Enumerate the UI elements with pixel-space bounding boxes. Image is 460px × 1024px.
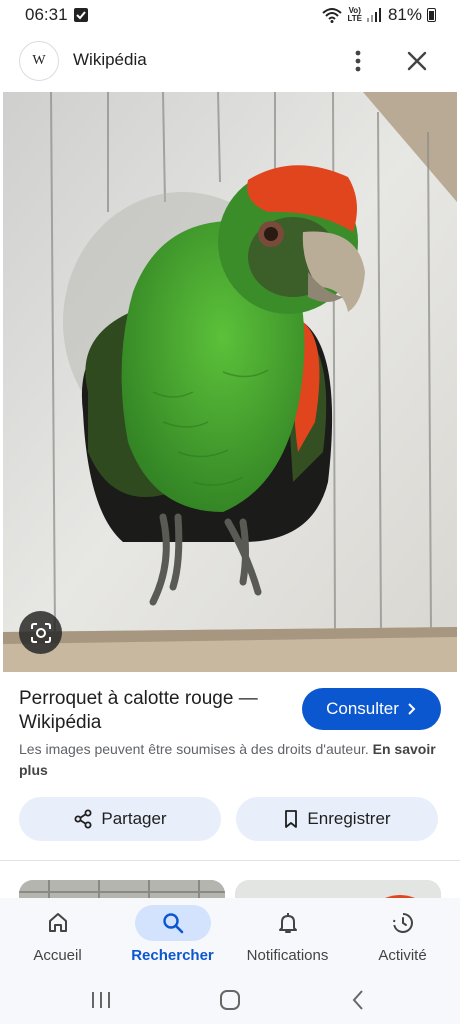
wifi-icon <box>322 8 343 23</box>
search-icon <box>162 913 183 934</box>
nav-label: Rechercher <box>131 947 214 964</box>
section-divider <box>0 860 460 861</box>
nav-item-notifications[interactable]: Notifications <box>230 898 345 978</box>
bottom-navigation: Accueil Rechercher Notifications Activit… <box>0 898 460 978</box>
parrot-photo <box>3 92 457 672</box>
lens-icon <box>31 623 51 643</box>
nav-label: Notifications <box>246 947 329 964</box>
volte-label: Vo) LTE <box>347 6 362 23</box>
save-label: Enregistrer <box>307 809 391 828</box>
share-label: Partager <box>101 809 167 828</box>
status-bar: 06:31 Vo) LTE 81% <box>0 0 460 30</box>
status-indicators: Vo) LTE 81% <box>322 5 436 25</box>
checkbox-notification-icon <box>74 8 88 22</box>
bell-icon <box>278 913 297 933</box>
close-button[interactable] <box>404 48 430 74</box>
visit-button-label: Consulter <box>326 699 399 718</box>
nav-label: Accueil <box>33 947 82 964</box>
nav-item-search[interactable]: Rechercher <box>115 898 230 978</box>
recent-apps-icon[interactable] <box>90 990 112 1010</box>
share-button[interactable]: Partager <box>19 797 221 841</box>
wikipedia-logo-icon[interactable]: W <box>19 41 59 81</box>
nav-item-home[interactable]: Accueil <box>0 898 115 978</box>
share-icon <box>74 809 92 829</box>
result-image[interactable] <box>3 92 457 672</box>
nav-item-activity[interactable]: Activité <box>345 898 460 978</box>
site-title[interactable]: Wikipédia <box>73 50 147 70</box>
chevron-right-icon <box>408 703 416 715</box>
nav-icon-container <box>250 905 326 941</box>
google-lens-button[interactable] <box>19 611 62 654</box>
nav-icon-container <box>134 905 211 941</box>
more-vert-icon <box>355 50 361 72</box>
system-navigation-bar <box>0 978 460 1024</box>
battery-icon <box>427 8 436 22</box>
nav-icon-container <box>365 905 441 941</box>
home-button-icon[interactable] <box>219 989 241 1011</box>
nav-icon-container <box>20 905 96 941</box>
back-icon[interactable] <box>350 989 366 1011</box>
more-options-button[interactable] <box>346 48 370 74</box>
source-header: W Wikipédia <box>0 38 460 84</box>
visit-button[interactable]: Consulter <box>302 688 441 730</box>
copyright-notice: Les images peuvent être soumises à des d… <box>19 739 444 781</box>
close-icon <box>407 51 427 71</box>
signal-icon <box>366 8 381 22</box>
nav-label: Activité <box>378 947 427 964</box>
home-icon <box>48 913 67 932</box>
battery-percent: 81% <box>387 5 422 24</box>
status-time: 06:31 <box>25 5 68 24</box>
save-button[interactable]: Enregistrer <box>236 797 438 841</box>
result-title[interactable]: Perroquet à calotte rouge — Wikipédia <box>19 687 289 735</box>
copyright-text: Les images peuvent être soumises à des d… <box>19 741 369 757</box>
bookmark-icon <box>285 810 298 828</box>
activity-icon <box>392 913 413 933</box>
